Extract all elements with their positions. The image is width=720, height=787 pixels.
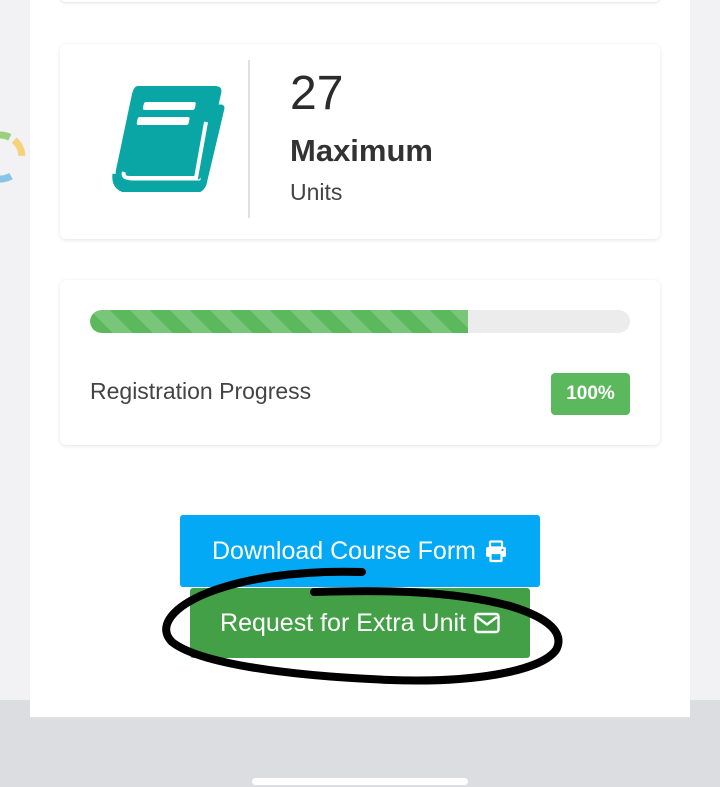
print-icon (486, 540, 506, 563)
download-course-form-button[interactable]: Download Course Form (180, 515, 540, 587)
progress-percent-badge: 100% (551, 373, 630, 415)
envelope-icon (474, 612, 500, 634)
progress-bar (90, 310, 630, 333)
previous-card-edge (60, 0, 660, 2)
request-extra-unit-label: Request for Extra Unit (220, 608, 466, 637)
loading-spinner-icon (0, 131, 26, 183)
progress-label: Registration Progress (90, 378, 312, 404)
request-extra-unit-button[interactable]: Request for Extra Unit (190, 588, 530, 658)
max-units-value: 27 (290, 67, 344, 120)
card-divider (248, 60, 250, 218)
book-icon (112, 86, 225, 192)
download-course-form-label: Download Course Form (212, 536, 476, 565)
home-indicator (252, 778, 468, 785)
max-units-title: Maximum (290, 133, 433, 168)
progress-bar-fill (90, 310, 468, 333)
max-units-subtitle: Units (290, 179, 343, 205)
background-left (0, 0, 30, 700)
registration-progress-card (60, 280, 660, 445)
background-right (690, 0, 720, 700)
